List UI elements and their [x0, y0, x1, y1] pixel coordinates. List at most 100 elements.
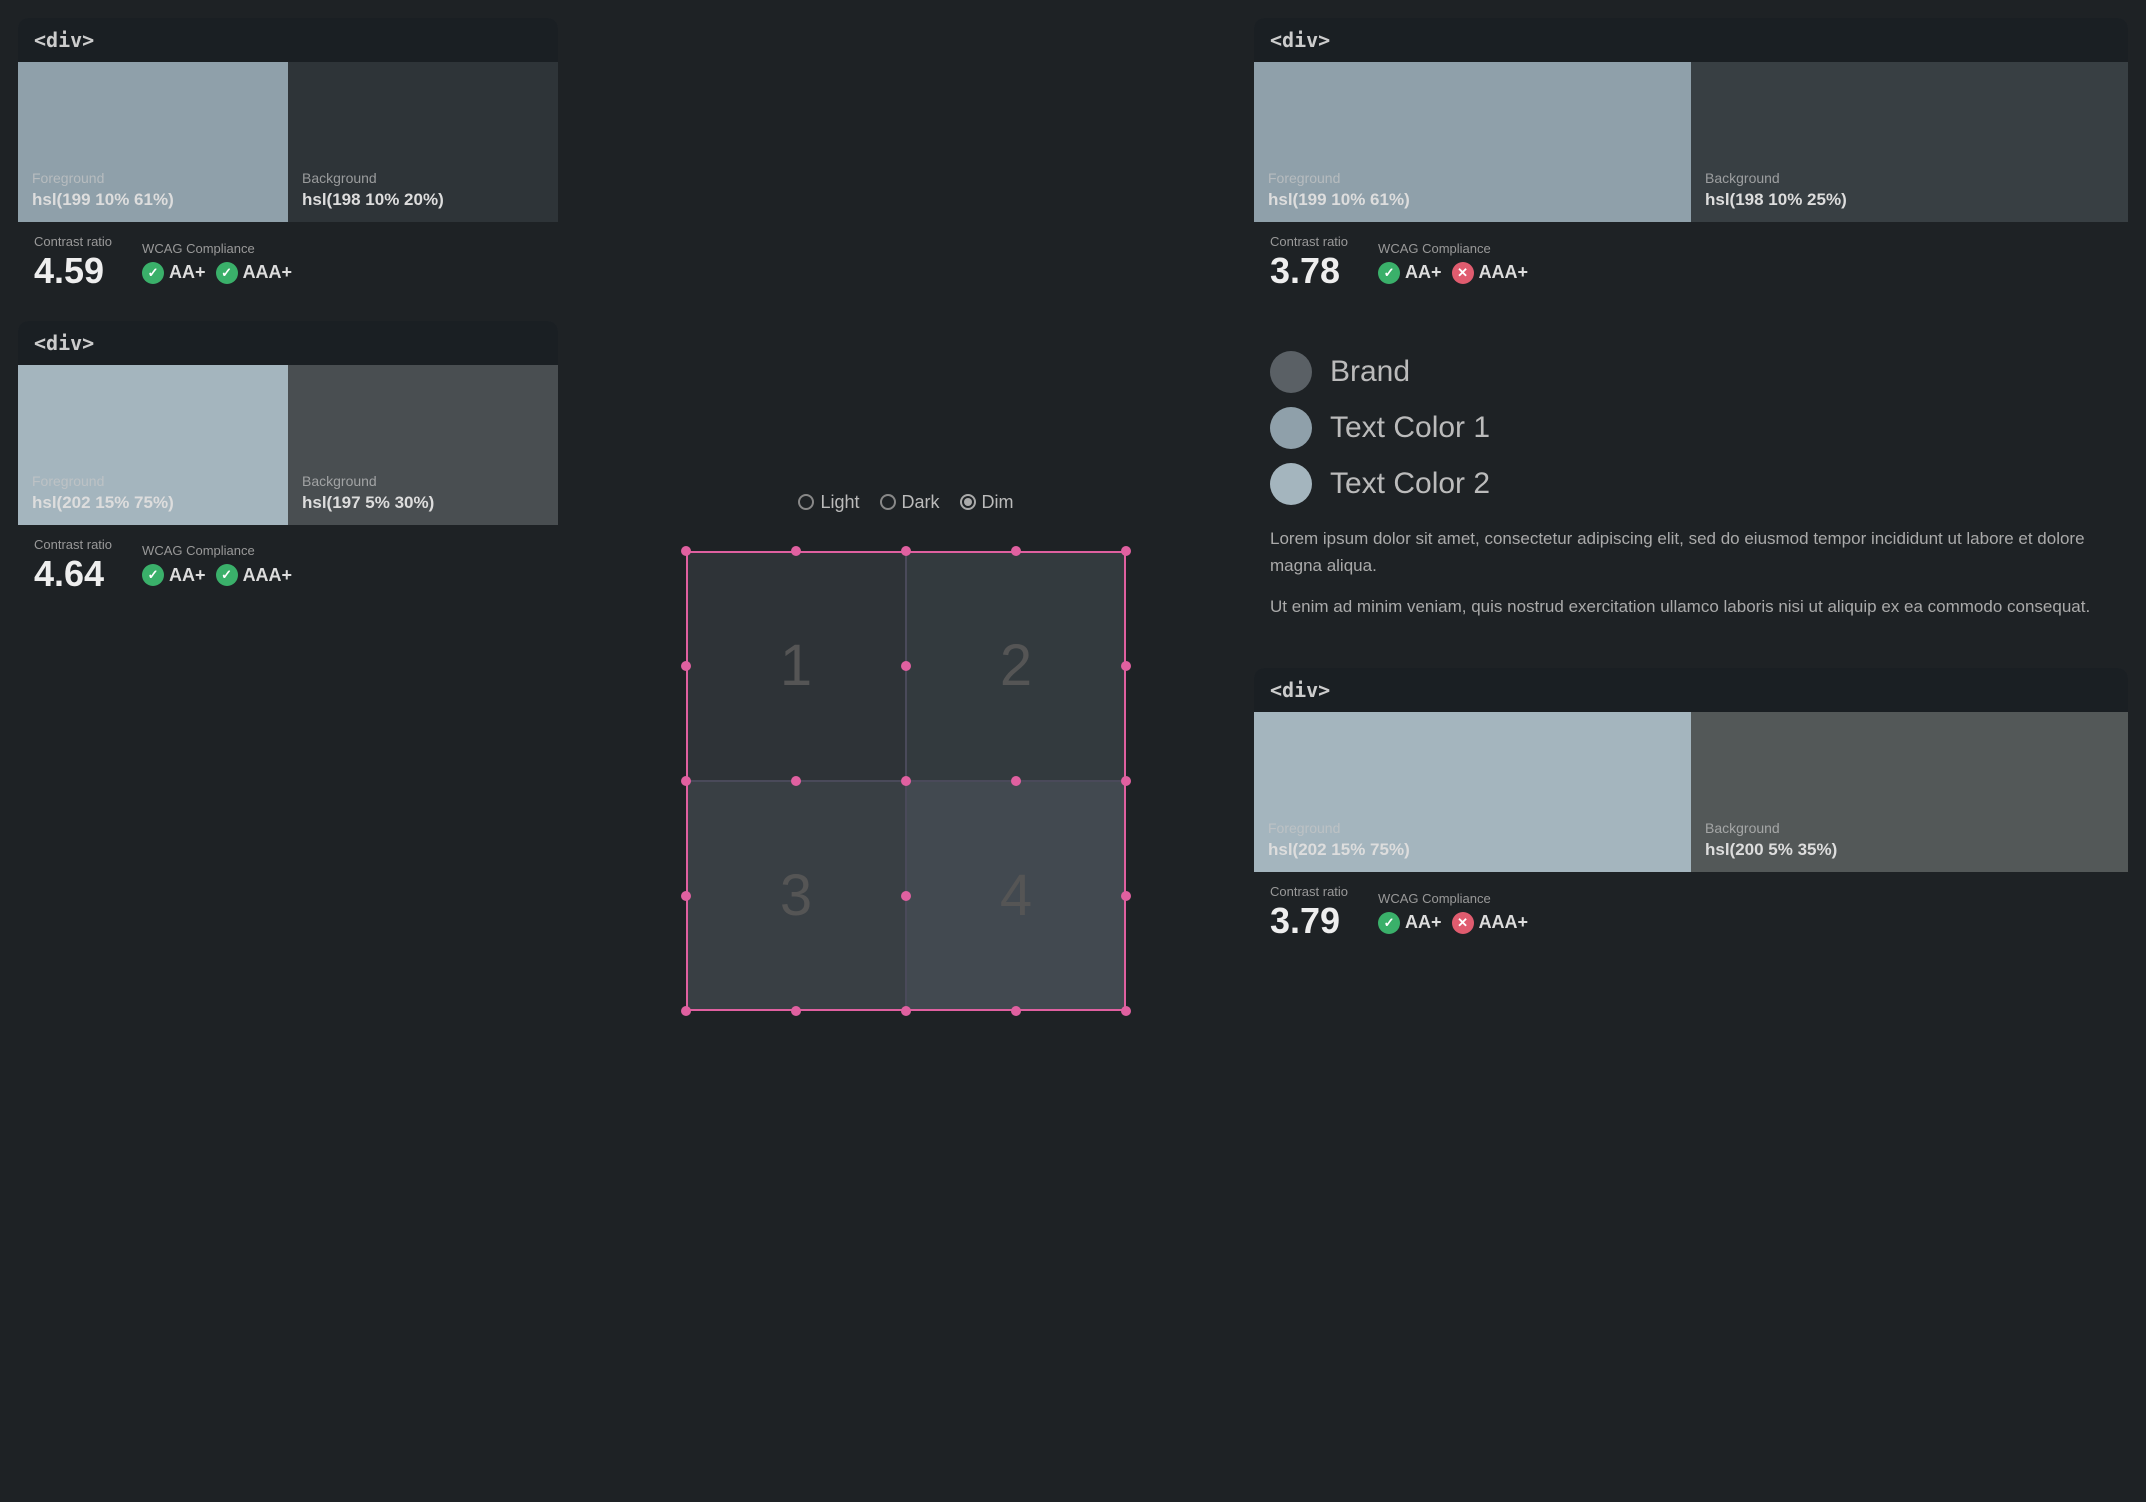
dot-center	[901, 776, 911, 786]
design-grid: 1 2 3 4	[686, 551, 1126, 1011]
wcag-block-br: WCAG Compliance ✓ AA+ ✕ AAA+	[1378, 891, 1528, 934]
fg-label-br: Foreground	[1268, 820, 1677, 836]
right-container: <div> Foreground hsl(199 10% 61%) Backgr…	[1254, 18, 2128, 1484]
center-area: Light Dark Dim 1 2	[576, 18, 1236, 1484]
dot-right-q1	[1121, 661, 1131, 671]
contrast-label-tl: Contrast ratio	[34, 234, 112, 249]
wcag-badges-bl: ✓ AA+ ✓ AAA+	[142, 564, 292, 586]
brand-label: Brand	[1330, 355, 1410, 389]
text2-dot	[1270, 463, 1312, 505]
card-top-right-tag: <div>	[1254, 18, 2128, 62]
bg-value-tr: hsl(198 10% 25%)	[1705, 190, 2114, 210]
cell-label-2: 2	[1000, 632, 1032, 699]
theme-dim-radio[interactable]	[960, 494, 976, 510]
fg-value-bl: hsl(202 15% 75%)	[32, 493, 274, 513]
theme-dark-option[interactable]: Dark	[880, 492, 940, 513]
fg-swatch-bl: Foreground hsl(202 15% 75%)	[18, 365, 288, 525]
wcag-label-br: WCAG Compliance	[1378, 891, 1528, 906]
contrast-value-br: 3.79	[1270, 901, 1348, 941]
bg-value-bl: hsl(197 5% 30%)	[302, 493, 544, 513]
badge-label-aaa-tr: AAA+	[1479, 262, 1529, 283]
text1-label: Text Color 1	[1330, 411, 1490, 445]
dot-left-q1	[681, 661, 691, 671]
dot-bottom-vcenter	[901, 891, 911, 901]
fg-swatch-tr: Foreground hsl(199 10% 61%)	[1254, 62, 1691, 222]
theme-selector: Light Dark Dim	[798, 492, 1013, 513]
wcag-label-bl: WCAG Compliance	[142, 543, 292, 558]
bg-swatch-tr: Background hsl(198 10% 25%)	[1691, 62, 2128, 222]
card-bottom-left: <div> Foreground hsl(202 15% 75%) Backgr…	[18, 321, 558, 606]
card-top-right: <div> Foreground hsl(199 10% 61%) Backgr…	[1254, 18, 2128, 303]
color-swatches-bottom-right: Foreground hsl(202 15% 75%) Background h…	[1254, 712, 2128, 872]
body-text-p1: Lorem ipsum dolor sit amet, consectetur …	[1270, 525, 2112, 579]
dot-bottomright	[1121, 1006, 1131, 1016]
wcag-label-tr: WCAG Compliance	[1378, 241, 1528, 256]
dot-top-center	[901, 546, 911, 556]
card-stats-bottom-left: Contrast ratio 4.64 WCAG Compliance ✓ AA…	[18, 525, 558, 606]
fg-value-tl: hsl(199 10% 61%)	[32, 190, 274, 210]
card-bottom-left-tag: <div>	[18, 321, 558, 365]
badge-label-aaa-tl: AAA+	[243, 262, 293, 283]
badge-icon-aa-br: ✓	[1378, 912, 1400, 934]
legend-text-area: Brand Text Color 1 Text Color 2 Lorem ip…	[1254, 321, 2128, 651]
bg-label-br: Background	[1705, 820, 2114, 836]
card-top-left-tag: <div>	[18, 18, 558, 62]
wcag-badges-tr: ✓ AA+ ✕ AAA+	[1378, 262, 1528, 284]
cell-label-1: 1	[780, 632, 812, 699]
badge-aa-tr: ✓ AA+	[1378, 262, 1442, 284]
theme-dim-label: Dim	[982, 492, 1014, 513]
fg-label-bl: Foreground	[32, 473, 274, 489]
dot-left-hcenter	[791, 776, 801, 786]
dot-top-q3	[1011, 546, 1021, 556]
badge-label-aaa-br: AAA+	[1479, 912, 1529, 933]
fg-label-tr: Foreground	[1268, 170, 1677, 186]
contrast-value-tr: 3.78	[1270, 251, 1348, 291]
color-swatches-top-right: Foreground hsl(199 10% 61%) Background h…	[1254, 62, 2128, 222]
fg-value-br: hsl(202 15% 75%)	[1268, 840, 1677, 860]
bg-swatch-top-left: Background hsl(198 10% 20%)	[288, 62, 558, 222]
theme-dim-option[interactable]: Dim	[960, 492, 1014, 513]
badge-aaa-tr: ✕ AAA+	[1452, 262, 1529, 284]
contrast-block-tl: Contrast ratio 4.59	[34, 234, 112, 291]
cell-label-4: 4	[1000, 862, 1032, 929]
badge-icon-aaa-br: ✕	[1452, 912, 1474, 934]
badge-icon-aaa-tr: ✕	[1452, 262, 1474, 284]
dot-topleft	[681, 546, 691, 556]
wcag-badges-tl: ✓ AA+ ✓ AAA+	[142, 262, 292, 284]
dot-bot-q1	[791, 1006, 801, 1016]
theme-light-option[interactable]: Light	[798, 492, 859, 513]
badge-aa-tl: ✓ AA+	[142, 262, 206, 284]
theme-dark-label: Dark	[902, 492, 940, 513]
bg-label-tr: Background	[1705, 170, 2114, 186]
card-stats-top-right: Contrast ratio 3.78 WCAG Compliance ✓ AA…	[1254, 222, 2128, 303]
card-stats-top-left: Contrast ratio 4.59 WCAG Compliance ✓ AA…	[18, 222, 558, 303]
dot-right-q3	[1121, 891, 1131, 901]
badge-aaa-br: ✕ AAA+	[1452, 912, 1529, 934]
card-top-left: <div> Foreground hsl(199 10% 61%) Backgr…	[18, 18, 558, 303]
badge-aaa-bl: ✓ AAA+	[216, 564, 293, 586]
card-bottom-right: <div> Foreground hsl(202 15% 75%) Backgr…	[1254, 668, 2128, 953]
contrast-block-tr: Contrast ratio 3.78	[1270, 234, 1348, 291]
text1-dot	[1270, 407, 1312, 449]
dot-left-center	[681, 776, 691, 786]
dot-top-vcenter	[901, 661, 911, 671]
theme-light-radio[interactable]	[798, 494, 814, 510]
dot-left-q3	[681, 891, 691, 901]
badge-label-aa-br: AA+	[1405, 912, 1442, 933]
badge-aa-br: ✓ AA+	[1378, 912, 1442, 934]
card-bottom-right-tag: <div>	[1254, 668, 2128, 712]
left-cards-column: <div> Foreground hsl(199 10% 61%) Backgr…	[18, 18, 558, 1484]
wcag-badges-br: ✓ AA+ ✕ AAA+	[1378, 912, 1528, 934]
dot-right-hcenter	[1011, 776, 1021, 786]
dot-bottomleft	[681, 1006, 691, 1016]
contrast-value-bl: 4.64	[34, 554, 112, 594]
contrast-label-br: Contrast ratio	[1270, 884, 1348, 899]
grid-cell-4: 4	[906, 781, 1126, 1011]
theme-dark-radio[interactable]	[880, 494, 896, 510]
wcag-block-tl: WCAG Compliance ✓ AA+ ✓ AAA+	[142, 241, 292, 284]
fg-swatch-br: Foreground hsl(202 15% 75%)	[1254, 712, 1691, 872]
bg-swatch-bl: Background hsl(197 5% 30%)	[288, 365, 558, 525]
wcag-label-tl: WCAG Compliance	[142, 241, 292, 256]
dot-top-q1	[791, 546, 801, 556]
contrast-block-br: Contrast ratio 3.79	[1270, 884, 1348, 941]
